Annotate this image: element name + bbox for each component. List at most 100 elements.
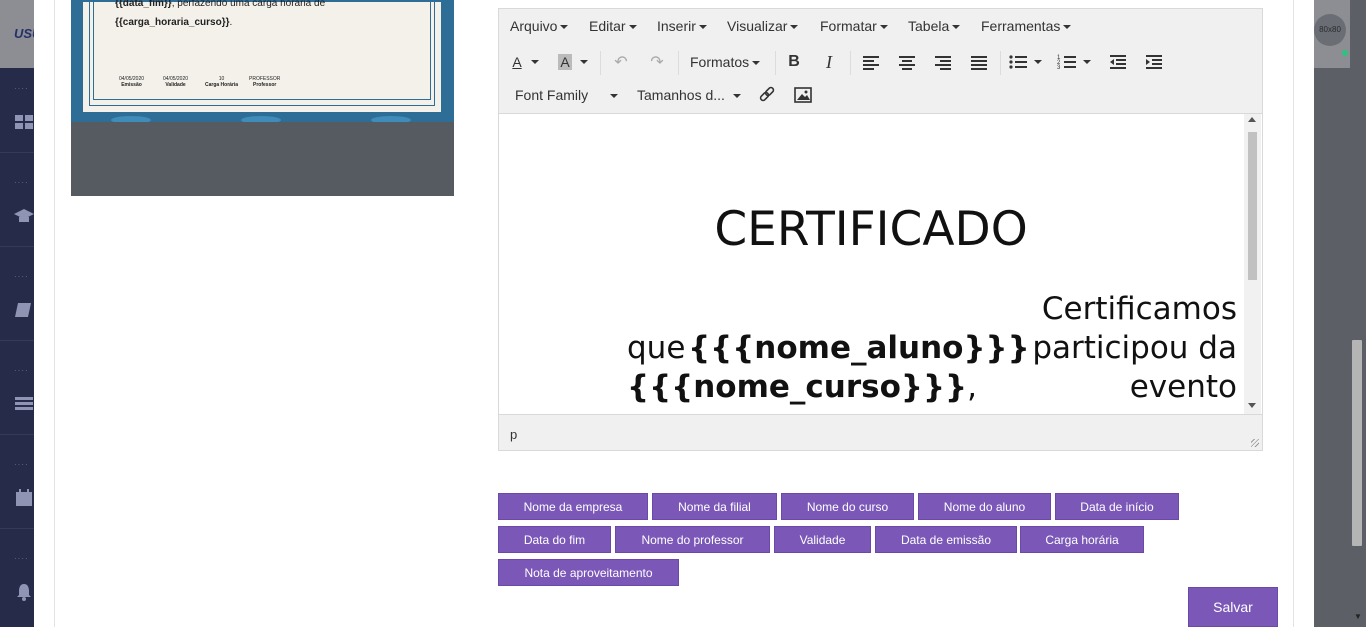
toolbar-separator	[775, 51, 776, 75]
link-icon[interactable]	[754, 83, 780, 107]
scroll-down-arrow-icon[interactable]: ▼	[1354, 612, 1362, 621]
insert-nome-professor-button[interactable]: Nome do professor	[615, 526, 770, 553]
info-label: Carga Horária	[205, 82, 239, 88]
menu-label: Tabela	[908, 18, 950, 34]
bullet-list-icon[interactable]	[1005, 50, 1031, 74]
menu-editar[interactable]: Editar	[589, 18, 637, 34]
undo-icon[interactable]: ↶	[608, 50, 634, 74]
font-size-label: Tamanhos d...	[637, 87, 725, 103]
scroll-down-arrow-icon[interactable]	[1248, 403, 1256, 408]
align-right-icon[interactable]	[930, 50, 956, 74]
app-sidebar: USU ···· ···· ···· ···· ···· ····	[0, 0, 34, 627]
body-text: Certificamos	[1041, 291, 1237, 327]
sidebar-divider-dots: ····	[14, 460, 29, 469]
background-color-dropdown[interactable]	[575, 50, 589, 74]
var-nome-aluno: {{{nome_aluno}}}	[688, 330, 1030, 366]
book-icon[interactable]	[14, 300, 34, 320]
menu-formatar[interactable]: Formatar	[820, 18, 888, 34]
preview-text: .	[229, 17, 233, 28]
sidebar-separator	[0, 152, 34, 153]
element-path[interactable]: p	[510, 427, 517, 442]
calendar-icon[interactable]	[14, 488, 34, 508]
page-scrollbar-thumb[interactable]	[1352, 340, 1362, 546]
rich-text-editor: Arquivo Editar Inserir Visualizar Format…	[498, 8, 1263, 451]
certificate-preview: {{data_fim}}, perfazendo uma carga horar…	[71, 0, 454, 196]
menu-label: Formatar	[820, 18, 877, 34]
menu-label: Visualizar	[727, 18, 788, 34]
italic-icon[interactable]: I	[816, 50, 842, 74]
preview-info-carga: 10 Carga Horária	[205, 76, 238, 88]
table-icon[interactable]	[14, 394, 34, 414]
menu-visualizar[interactable]: Visualizar	[727, 18, 799, 34]
body-line-3: {{{nome_curso}}}, evento	[627, 368, 1237, 407]
body-line-2: que {{{nome_aluno}}} participou da	[627, 329, 1237, 368]
insert-data-emissao-button[interactable]: Data de emissão	[875, 526, 1017, 553]
sidebar-divider-dots: ····	[14, 84, 29, 93]
menu-inserir[interactable]: Inserir	[657, 18, 707, 34]
resize-handle-icon[interactable]	[1251, 439, 1259, 447]
text-color-dropdown[interactable]	[526, 50, 540, 74]
sidebar-separator	[0, 340, 34, 341]
bold-icon[interactable]: B	[781, 50, 807, 74]
indent-icon[interactable]	[1141, 50, 1167, 74]
graduation-cap-icon[interactable]	[14, 206, 34, 226]
redo-icon[interactable]: ↷	[644, 50, 670, 74]
menu-tabela[interactable]: Tabela	[908, 18, 961, 34]
certificate-title: CERTIFICADO	[714, 202, 1028, 257]
formats-dropdown[interactable]: Formatos	[690, 54, 761, 70]
numbered-list-icon[interactable]: 123	[1054, 50, 1080, 74]
scroll-up-arrow-icon[interactable]	[1248, 117, 1256, 122]
dashboard-icon[interactable]	[14, 112, 34, 132]
sidebar-separator	[0, 528, 34, 529]
insert-nome-empresa-button[interactable]: Nome da empresa	[498, 493, 648, 520]
insert-nota-aproveitamento-button[interactable]: Nota de aproveitamento	[498, 559, 679, 586]
font-family-dropdown[interactable]: Font Family	[515, 87, 619, 103]
decor-wave	[241, 116, 281, 122]
svg-text:3: 3	[1057, 65, 1061, 71]
insert-nome-curso-button[interactable]: Nome do curso	[781, 493, 914, 520]
editor-scrollbar-thumb[interactable]	[1248, 132, 1257, 280]
save-button[interactable]: Salvar	[1188, 587, 1278, 627]
certificate-paper: {{data_fim}}, perfazendo uma carga horar…	[81, 0, 443, 114]
body-var-group: {{{nome_curso}}},	[627, 368, 977, 407]
editor-content-area[interactable]: CERTIFICADO Certificamos que {{{nome_alun…	[499, 113, 1262, 414]
align-center-icon[interactable]	[894, 50, 920, 74]
online-status-dot	[1342, 50, 1348, 56]
insert-validade-button[interactable]: Validade	[774, 526, 871, 553]
formats-label: Formatos	[690, 54, 750, 70]
menu-label: Inserir	[657, 18, 696, 34]
body-line-1: Certificamos	[627, 290, 1237, 329]
insert-carga-horaria-button[interactable]: Carga horária	[1020, 526, 1144, 553]
outdent-icon[interactable]	[1105, 50, 1131, 74]
certificate-image: {{data_fim}}, perfazendo uma carga horar…	[71, 0, 454, 122]
body-text: que	[627, 330, 686, 366]
font-family-label: Font Family	[515, 87, 589, 103]
avatar[interactable]: 80x80	[1314, 14, 1346, 46]
align-justify-icon[interactable]	[966, 50, 992, 74]
info-label: Emissão	[121, 82, 142, 88]
sidebar-divider-dots: ····	[14, 554, 29, 563]
font-size-dropdown[interactable]: Tamanhos d...	[637, 87, 741, 103]
decor-wave	[371, 116, 411, 122]
editor-scrollbar[interactable]	[1244, 114, 1261, 414]
editor-menubar: Arquivo Editar Inserir Visualizar Format…	[499, 9, 1262, 43]
caret-down-icon	[1082, 60, 1091, 64]
insert-data-inicio-button[interactable]: Data de início	[1055, 493, 1179, 520]
preview-var-data-fim: {{data_fim}}	[115, 0, 172, 9]
insert-nome-filial-button[interactable]: Nome da filial	[652, 493, 777, 520]
caret-down-icon	[1033, 60, 1042, 64]
align-left-icon[interactable]	[858, 50, 884, 74]
sidebar-divider-dots: ····	[14, 272, 29, 281]
menu-ferramentas[interactable]: Ferramentas	[981, 18, 1072, 34]
insert-nome-aluno-button[interactable]: Nome do aluno	[918, 493, 1051, 520]
caret-down-icon	[952, 25, 961, 30]
sidebar-separator	[0, 246, 34, 247]
sidebar-divider-dots: ····	[14, 366, 29, 375]
menu-arquivo[interactable]: Arquivo	[510, 18, 569, 34]
bullet-list-dropdown[interactable]	[1029, 50, 1043, 74]
numbered-list-dropdown[interactable]	[1078, 50, 1092, 74]
image-icon[interactable]	[790, 83, 816, 107]
bell-icon[interactable]	[14, 582, 34, 602]
insert-data-fim-button[interactable]: Data do fim	[498, 526, 611, 553]
info-label: Professor	[253, 82, 277, 88]
